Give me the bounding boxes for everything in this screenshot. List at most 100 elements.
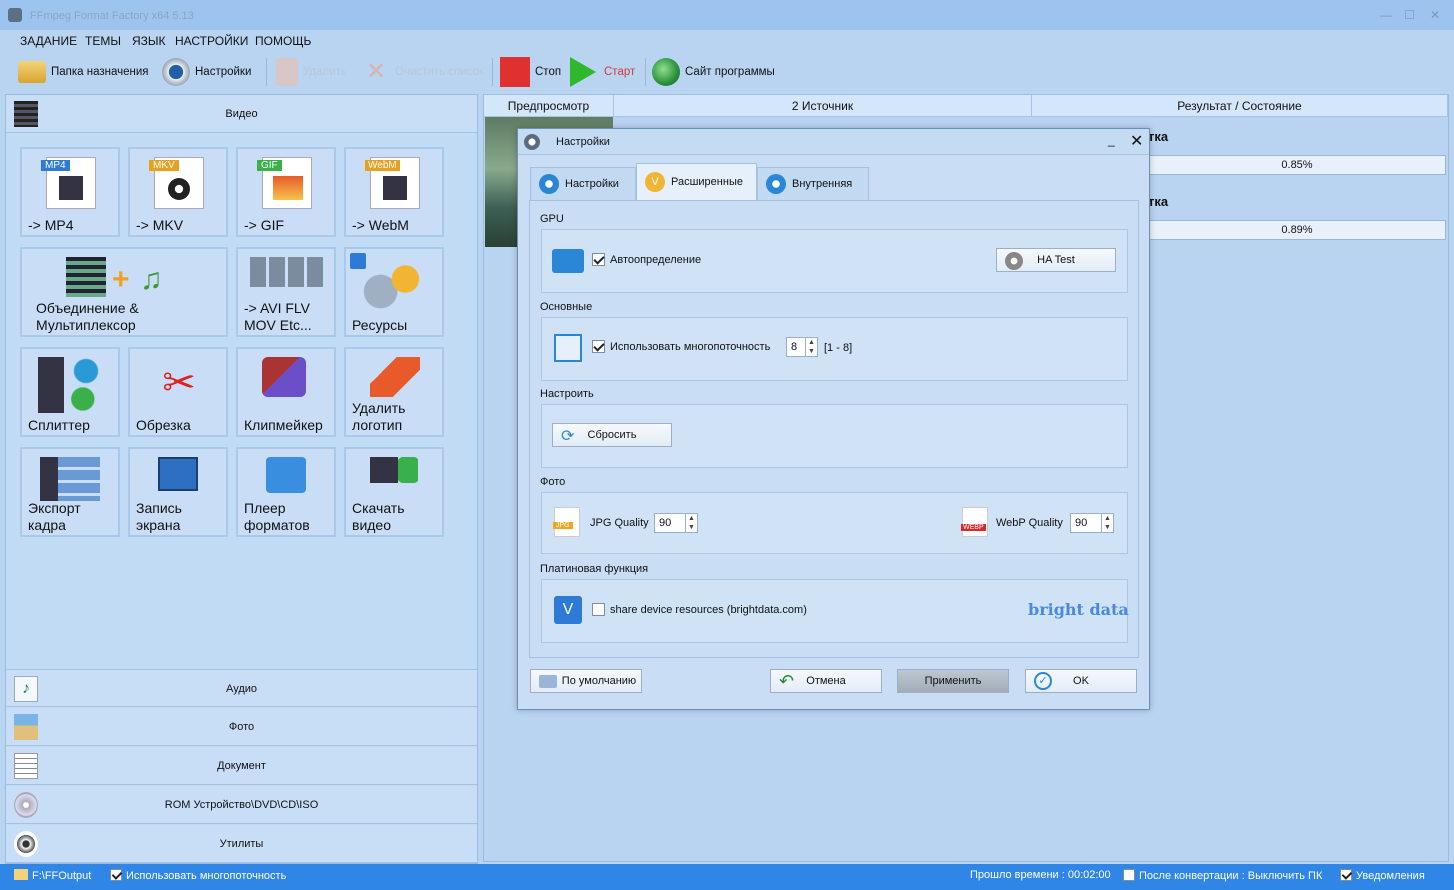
- tab-advanced[interactable]: V Расширенные: [636, 163, 757, 200]
- website-button[interactable]: Сайт программы: [652, 56, 775, 88]
- notifications-toggle[interactable]: Уведомления: [1340, 869, 1425, 882]
- brightdata-wordmark: bright data: [1028, 600, 1129, 619]
- tile-remove-logo[interactable]: Удалить логотип: [344, 347, 444, 437]
- tile-merge-mux[interactable]: + ♫ Объединение & Мультиплексор: [20, 247, 228, 337]
- menu-language[interactable]: ЯЗЫК: [132, 34, 166, 48]
- settings-dialog-icon: [524, 134, 540, 150]
- tile-to-gif[interactable]: GIF -> GIF: [236, 147, 336, 237]
- globe-icon: [652, 58, 680, 86]
- clear-x-icon: ✕: [365, 58, 387, 85]
- clipmaker-icon: [262, 357, 306, 397]
- autodetect-checkbox[interactable]: [592, 253, 605, 266]
- category-panel: Видео MP4 -> MP4 MKV -> MKV GIF -> GIF W…: [5, 94, 478, 864]
- scissors-icon: ✂: [162, 361, 196, 405]
- play-icon: [570, 57, 596, 87]
- tile-to-mp4[interactable]: MP4 -> MP4: [20, 147, 120, 237]
- col-source[interactable]: 2 Источник: [614, 95, 1032, 117]
- tile-download-video[interactable]: Скачать видео: [344, 447, 444, 537]
- clear-list-button[interactable]: ✕ Очистить список: [362, 56, 484, 88]
- tab-settings[interactable]: Настройки: [530, 167, 636, 200]
- webp-file-icon: WEBP: [961, 507, 988, 537]
- tile-format-player[interactable]: Плеер форматов: [236, 447, 336, 537]
- section-basic: Основные: [540, 301, 593, 313]
- category-utilities[interactable]: Утилиты: [6, 825, 477, 863]
- jpg-quality-stepper[interactable]: 90 ▲ ▼: [654, 513, 698, 533]
- category-photo[interactable]: Фото: [6, 708, 477, 746]
- category-rom-dvd[interactable]: ROM Устройство\DVD\CD\ISO: [6, 786, 477, 824]
- status-bar: F:\FFOutput Использовать многопоточность…: [0, 864, 1454, 890]
- tile-crop[interactable]: ✂ Обрезка: [128, 347, 228, 437]
- toolbar: Папка назначения Настройки Удалить ✕ Очи…: [0, 52, 1454, 92]
- start-button[interactable]: Старт: [570, 56, 635, 88]
- gear-icon: [1005, 252, 1023, 270]
- section-gpu: GPU: [540, 213, 564, 225]
- cpu-icon: [554, 334, 582, 362]
- elapsed-time: Прошло времени : 00:02:00: [970, 869, 1111, 881]
- tile-to-mkv[interactable]: MKV -> MKV: [128, 147, 228, 237]
- gpu-group: Автоопределение HA Test: [541, 229, 1128, 293]
- stop-icon: [500, 57, 530, 87]
- tile-clipmaker[interactable]: Клипмейкер: [236, 347, 336, 437]
- category-document[interactable]: Документ: [6, 747, 477, 785]
- category-video[interactable]: Видео: [6, 95, 477, 133]
- after-conversion-toggle[interactable]: После конвертации : Выключить ПК: [1123, 869, 1322, 882]
- basic-group: Использовать многопоточность 8 ▲ ▼ [1 - 8…: [541, 317, 1128, 381]
- minimize-icon[interactable]: —: [1380, 8, 1392, 22]
- stepper-arrows-icon[interactable]: ▲ ▼: [805, 338, 817, 356]
- notifications-checkbox[interactable]: [1340, 869, 1352, 881]
- tile-to-webm[interactable]: WebM -> WebM: [344, 147, 444, 237]
- defaults-button[interactable]: По умолчанию: [530, 669, 642, 693]
- stepper-arrows-icon[interactable]: ▲ ▼: [685, 514, 697, 532]
- tile-resources[interactable]: Ресурсы: [344, 247, 444, 337]
- advanced-v-icon: V: [645, 172, 665, 192]
- threads-stepper[interactable]: 8 ▲ ▼: [786, 337, 818, 357]
- formats-icon: [250, 257, 324, 287]
- delete-button[interactable]: Удалить: [276, 56, 347, 88]
- maximize-icon[interactable]: ☐: [1404, 8, 1415, 22]
- dialog-close-icon[interactable]: ✕: [1130, 131, 1143, 151]
- stop-button[interactable]: Стоп: [500, 56, 561, 88]
- shutdown-checkbox[interactable]: [1123, 869, 1135, 881]
- close-window-icon[interactable]: ✕: [1430, 8, 1440, 22]
- ha-test-button[interactable]: HA Test: [996, 248, 1116, 272]
- col-result[interactable]: Результат / Состояние: [1032, 95, 1448, 117]
- dialog-minimize-icon[interactable]: _: [1108, 133, 1115, 147]
- reset-button[interactable]: ⟳ Сбросить: [552, 423, 672, 447]
- category-audio[interactable]: ♪ Аудио: [6, 669, 477, 707]
- cancel-button[interactable]: ↶ Отмена: [770, 669, 882, 693]
- printer-icon: [539, 675, 557, 688]
- menu-settings[interactable]: НАСТРОЙКИ: [175, 34, 248, 48]
- settings-button[interactable]: Настройки: [162, 56, 251, 88]
- multithread-status-checkbox[interactable]: [110, 869, 122, 881]
- tab-internal[interactable]: Внутренняя: [757, 167, 869, 200]
- tile-to-avi-flv-mov[interactable]: -> AVI FLV MOV Etc...: [236, 247, 336, 337]
- platinum-group: V share device resources (brightdata.com…: [541, 579, 1129, 643]
- gear-icon: [539, 174, 559, 194]
- screen-record-icon: [158, 457, 198, 491]
- tile-screen-record[interactable]: Запись экрана: [128, 447, 228, 537]
- menu-bar: ЗАДАНИЕ ТЕМЫ ЯЗЫК НАСТРОЙКИ ПОМОЩЬ: [0, 30, 1454, 52]
- multithread-checkbox[interactable]: [592, 340, 605, 353]
- share-resources-checkbox[interactable]: [592, 603, 605, 616]
- output-folder[interactable]: F:\FFOutput: [14, 869, 91, 882]
- ok-button[interactable]: ✓ OK: [1025, 669, 1137, 693]
- download-video-icon: [370, 457, 418, 483]
- stepper-arrows-icon[interactable]: ▲ ▼: [1101, 514, 1113, 532]
- mkv-file-icon: MKV: [149, 157, 204, 209]
- col-preview[interactable]: Предпросмотр: [484, 95, 614, 117]
- jpg-file-icon: JPG: [553, 507, 580, 537]
- status-multithread-toggle[interactable]: Использовать многопоточность: [110, 869, 286, 882]
- webp-quality-stepper[interactable]: 90 ▲ ▼: [1070, 513, 1114, 533]
- player-icon: [266, 457, 306, 493]
- menu-themes[interactable]: ТЕМЫ: [85, 34, 121, 48]
- tile-export-frame[interactable]: Экспорт кадра: [20, 447, 120, 537]
- menu-task[interactable]: ЗАДАНИЕ: [20, 34, 77, 48]
- section-platinum: Платиновая функция: [540, 563, 649, 575]
- menu-help[interactable]: ПОМОЩЬ: [255, 34, 311, 48]
- tile-splitter[interactable]: Сплиттер: [20, 347, 120, 437]
- row1-status: тка: [1148, 129, 1169, 144]
- gpu-card-icon: [552, 249, 584, 273]
- dest-folder-button[interactable]: Папка назначения: [18, 56, 149, 88]
- photo-group: JPG JPG Quality 90 ▲ ▼ WEBP WebP Quality …: [541, 492, 1128, 554]
- apply-button[interactable]: Применить: [897, 669, 1009, 693]
